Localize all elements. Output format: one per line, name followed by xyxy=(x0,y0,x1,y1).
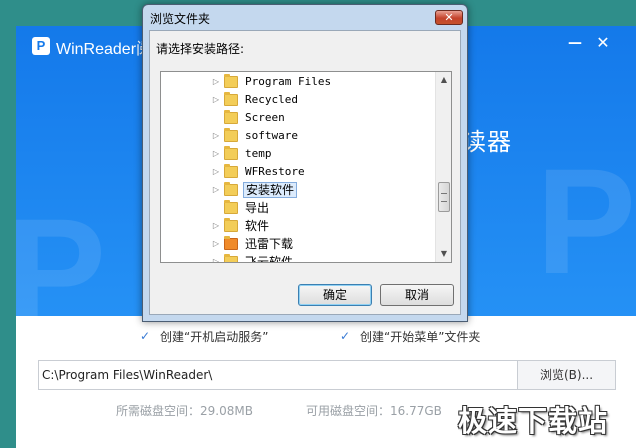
background-p-glyph: P xyxy=(536,137,636,305)
folder-icon xyxy=(224,254,238,262)
browse-folder-dialog: 浏览文件夹 ✕ 请选择安装路径: ▷ Program Files ▷ Recycled… xyxy=(142,4,468,322)
folder-name: WFRestore xyxy=(245,165,305,178)
scroll-down-arrow-icon[interactable]: ▼ xyxy=(436,246,451,262)
folder-name: Screen xyxy=(245,111,285,124)
folder-icon xyxy=(224,110,238,124)
close-button[interactable]: ✕ xyxy=(592,32,614,54)
scroll-up-arrow-icon[interactable]: ▲ xyxy=(436,72,451,88)
folder-tree-item[interactable]: ▷ Program Files xyxy=(161,73,435,91)
scrollbar-thumb[interactable] xyxy=(438,182,450,212)
folder-tree-rows: ▷ Program Files ▷ Recycled Screen ▷ software ▷ t… xyxy=(161,72,435,262)
cancel-button[interactable]: 取消 xyxy=(380,284,454,306)
expand-arrow-icon[interactable]: ▷ xyxy=(211,181,221,199)
background-p-glyph: P xyxy=(16,187,107,316)
startup-service-checkbox[interactable]: ✓ 创建“开机启动服务” xyxy=(138,328,268,344)
folder-name: 导出 xyxy=(245,201,270,215)
required-disk-space: 所需磁盘空间：29.08MB xyxy=(116,404,253,418)
folder-tree-item[interactable]: ▷ 安装软件 xyxy=(161,181,435,199)
available-disk-space: 可用磁盘空间：16.77GB xyxy=(306,404,442,418)
folder-name: 迅雷下载 xyxy=(245,237,294,251)
expand-arrow-icon[interactable]: ▷ xyxy=(211,73,221,91)
dialog-close-button[interactable]: ✕ xyxy=(435,10,463,25)
minimize-button[interactable]: — xyxy=(564,32,586,54)
checkmark-icon: ✓ xyxy=(339,329,351,343)
folder-icon xyxy=(224,146,238,160)
banner-heading: 读器 xyxy=(462,128,512,156)
expand-arrow-icon[interactable]: ▷ xyxy=(211,91,221,109)
folder-tree-item[interactable]: 导出 xyxy=(161,199,435,217)
folder-icon xyxy=(224,200,238,214)
expand-arrow-icon[interactable] xyxy=(211,199,221,217)
folder-icon xyxy=(224,236,238,250)
folder-tree-item[interactable]: ▷ 飞云软件 xyxy=(161,253,435,262)
folder-tree-item[interactable]: ▷ WFRestore xyxy=(161,163,435,181)
expand-arrow-icon[interactable] xyxy=(211,109,221,127)
expand-arrow-icon[interactable]: ▷ xyxy=(211,127,221,145)
folder-name: software xyxy=(245,129,298,142)
folder-tree-item[interactable]: ▷ 软件 xyxy=(161,217,435,235)
app-logo-icon: P xyxy=(32,37,50,55)
folder-name: Recycled xyxy=(245,93,298,106)
expand-arrow-icon[interactable]: ▷ xyxy=(211,163,221,181)
dialog-prompt: 请选择安装路径: xyxy=(156,42,245,56)
tree-scrollbar[interactable]: ▲ ▼ xyxy=(435,72,451,262)
start-menu-checkbox[interactable]: ✓ 创建“开始菜单”文件夹 xyxy=(338,328,480,344)
expand-arrow-icon[interactable]: ▷ xyxy=(211,217,221,235)
expand-arrow-icon[interactable]: ▷ xyxy=(211,145,221,163)
dialog-body: 请选择安装路径: ▷ Program Files ▷ Recycled Screen ▷ s… xyxy=(149,30,461,315)
folder-name: 安装软件 xyxy=(243,182,298,198)
install-path-row: 浏览(B)... xyxy=(38,360,616,390)
checkmark-icon: ✓ xyxy=(139,329,151,343)
app-title: WinReader阅 xyxy=(56,41,153,58)
ok-button[interactable]: 确定 xyxy=(298,284,372,306)
folder-name: 飞云软件 xyxy=(245,255,294,262)
folder-name: Program Files xyxy=(245,75,332,88)
folder-icon xyxy=(224,74,238,88)
folder-name: temp xyxy=(245,147,272,160)
install-path-input[interactable] xyxy=(39,361,517,389)
startup-service-label: 创建“开机启动服务” xyxy=(160,329,269,344)
expand-arrow-icon[interactable]: ▷ xyxy=(211,253,221,262)
folder-tree-item[interactable]: ▷ temp xyxy=(161,145,435,163)
folder-tree[interactable]: ▷ Program Files ▷ Recycled Screen ▷ software ▷ t… xyxy=(160,71,452,263)
site-watermark: 极速下载站 xyxy=(458,404,609,438)
folder-icon xyxy=(224,128,238,142)
folder-icon xyxy=(224,182,238,196)
folder-icon xyxy=(224,164,238,178)
folder-tree-item[interactable]: Screen xyxy=(161,109,435,127)
folder-tree-item[interactable]: ▷ 迅雷下载 xyxy=(161,235,435,253)
dialog-title: 浏览文件夹 xyxy=(150,12,211,26)
folder-name: 软件 xyxy=(245,219,270,233)
folder-icon xyxy=(224,218,238,232)
folder-icon xyxy=(224,92,238,106)
expand-arrow-icon[interactable]: ▷ xyxy=(211,235,221,253)
folder-tree-item[interactable]: ▷ Recycled xyxy=(161,91,435,109)
start-menu-label: 创建“开始菜单”文件夹 xyxy=(360,329,481,344)
browse-button[interactable]: 浏览(B)... xyxy=(517,361,615,389)
folder-tree-item[interactable]: ▷ software xyxy=(161,127,435,145)
